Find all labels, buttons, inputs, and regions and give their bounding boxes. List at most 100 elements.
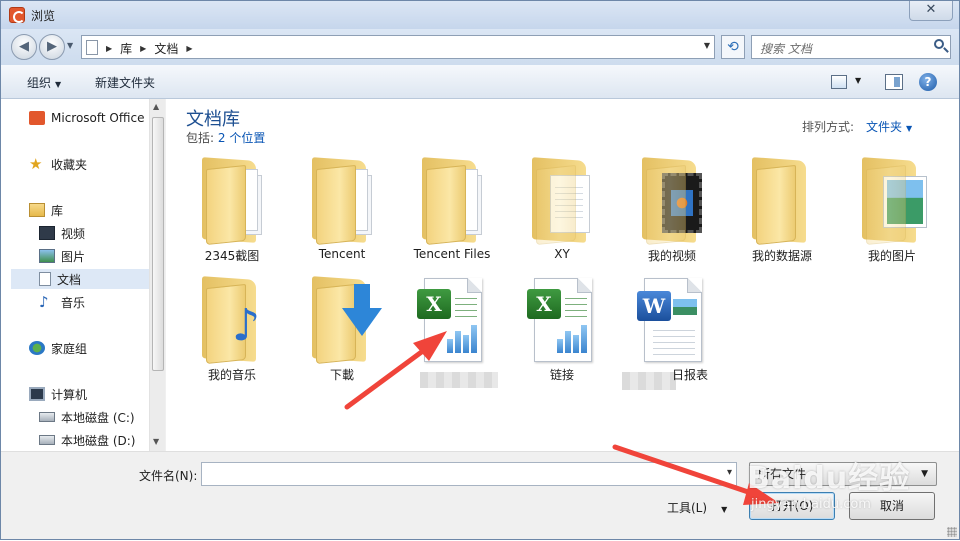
sidebar-item-pictures[interactable]: 图片	[39, 246, 85, 266]
excel-file-icon: X	[527, 278, 592, 362]
item-label: XY	[554, 247, 570, 261]
library-includes: 包括: 2 个位置	[186, 129, 265, 146]
folder-item[interactable]: Tencent Files	[400, 157, 504, 273]
breadcrumb-library[interactable]: 库	[120, 40, 132, 57]
file-open-dialog: 浏览 ✕ ◀ ▶ ▼ ▶ 库 ▶ 文档 ▶ ▼ ⟲ 搜索 文档 组织 ▼ 新建文件	[0, 0, 960, 540]
view-options-icon[interactable]	[831, 75, 847, 89]
locations-link[interactable]: 2 个位置	[218, 131, 265, 145]
sidebar-item-label: 库	[51, 203, 64, 218]
breadcrumb: ▶ 库 ▶ 文档 ▶	[106, 40, 193, 57]
sidebar-item-disk-c[interactable]: 本地磁盘 (C:)	[39, 407, 135, 427]
folder-item[interactable]: XY	[510, 157, 614, 273]
item-label: Tencent	[318, 247, 366, 261]
item-label: Tencent Files	[413, 247, 491, 261]
disk-icon	[39, 412, 55, 422]
library-icon	[29, 203, 45, 217]
chevron-right-icon[interactable]: ▶	[186, 44, 192, 53]
organize-label: 组织	[27, 76, 52, 90]
scroll-down-icon[interactable]: ▼	[153, 437, 159, 446]
folder-icon	[202, 157, 264, 246]
sidebar-item-music[interactable]: ♪ 音乐	[39, 292, 85, 312]
star-icon: ★	[29, 155, 43, 173]
chevron-down-icon: ▼	[906, 124, 913, 133]
scrollbar-thumb[interactable]	[152, 117, 164, 371]
breadcrumb-documents[interactable]: 文档	[154, 40, 178, 57]
folder-icon	[312, 157, 374, 246]
picture-folder-icon	[862, 157, 927, 246]
chevron-down-icon[interactable]: ▼	[855, 76, 861, 85]
app-icon	[9, 7, 25, 23]
sidebar-item-libraries[interactable]: 库	[29, 200, 63, 220]
folder-item[interactable]: 2345截图	[180, 157, 284, 273]
sidebar-item-label: 计算机	[51, 387, 88, 402]
sidebar-item-microsoft-office[interactable]: Microsoft Office	[29, 108, 144, 128]
arrange-by-dropdown[interactable]: 文件夹 ▼	[866, 118, 912, 135]
navigation-bar: ◀ ▶ ▼ ▶ 库 ▶ 文档 ▶ ▼ ⟲ 搜索 文档	[1, 29, 959, 65]
disk-icon	[39, 435, 55, 445]
excel-file-icon: X	[417, 278, 482, 362]
sidebar-item-label: 收藏夹	[51, 157, 88, 172]
tools-label: 工具(L)	[667, 501, 708, 515]
folder-item[interactable]: 我的数据源	[730, 157, 834, 273]
address-bar[interactable]: ▶ 库 ▶ 文档 ▶ ▼	[81, 35, 715, 59]
arrange-by-value: 文件夹	[866, 120, 903, 134]
file-item[interactable]: X 链接	[510, 276, 614, 392]
computer-icon	[29, 387, 45, 401]
organize-menu[interactable]: 组织 ▼	[27, 74, 61, 91]
refresh-button[interactable]: ⟲	[721, 35, 745, 59]
sidebar-item-favorites[interactable]: ★ 收藏夹	[29, 154, 87, 174]
library-title: 文档库	[186, 109, 240, 130]
folder-icon	[422, 157, 484, 246]
folder-item[interactable]: 我的图片	[840, 157, 944, 273]
baidu-watermark: Baidu经验 jingyan.baidu.com	[747, 445, 957, 535]
back-button[interactable]: ◀	[11, 34, 37, 60]
chevron-right-icon[interactable]: ▶	[140, 44, 146, 53]
document-icon	[86, 40, 98, 55]
chevron-down-icon[interactable]: ▼	[704, 41, 710, 50]
watermark-url: jingyan.baidu.com	[751, 497, 871, 512]
sidebar-item-label: 家庭组	[51, 341, 88, 356]
search-input[interactable]: 搜索 文档	[751, 35, 951, 59]
item-label: 日报表	[671, 368, 708, 382]
pictures-icon	[39, 249, 55, 263]
sidebar-item-videos[interactable]: 视频	[39, 223, 85, 243]
file-item[interactable]: W 日报表	[620, 276, 724, 392]
close-button[interactable]: ✕	[909, 1, 953, 21]
redacted-filename	[420, 372, 498, 388]
sidebar-item-homegroup[interactable]: 家庭组	[29, 338, 87, 358]
chevron-right-icon[interactable]: ▶	[106, 44, 112, 53]
folder-item[interactable]: 下載	[290, 276, 394, 392]
documents-icon	[39, 272, 51, 286]
help-icon[interactable]: ?	[919, 73, 937, 91]
sidebar-item-documents[interactable]: 文档	[11, 269, 149, 289]
sidebar-item-disk-d[interactable]: 本地磁盘 (D:)	[39, 430, 135, 450]
new-folder-button[interactable]: 新建文件夹	[95, 74, 155, 91]
filename-input[interactable]	[201, 462, 737, 486]
sidebar-item-computer[interactable]: 计算机	[29, 384, 87, 404]
folder-item[interactable]: ♪ 我的音乐	[180, 276, 284, 392]
item-label: 2345截图	[204, 249, 260, 263]
sidebar-item-label: 视频	[61, 226, 86, 241]
sidebar-scrollbar[interactable]: ▲ ▼	[149, 99, 165, 451]
scroll-up-icon[interactable]: ▲	[153, 102, 159, 111]
folder-icon	[752, 157, 814, 246]
tools-menu[interactable]: 工具(L) ▼	[667, 499, 727, 516]
video-icon	[39, 226, 55, 240]
folder-item[interactable]: 我的视频	[620, 157, 724, 273]
office-icon	[29, 111, 45, 125]
folder-item[interactable]: Tencent	[290, 157, 394, 273]
download-folder-icon	[312, 276, 382, 365]
recent-pages-dropdown-icon[interactable]: ▼	[67, 41, 73, 50]
homegroup-icon	[29, 341, 45, 355]
item-label: 我的图片	[867, 249, 916, 263]
sidebar-item-label: Microsoft Office	[51, 111, 145, 125]
sidebar-item-label: 本地磁盘 (D:)	[61, 433, 136, 448]
file-item[interactable]: X	[400, 276, 504, 392]
search-icon[interactable]	[934, 39, 944, 49]
preview-pane-icon[interactable]	[885, 74, 903, 90]
forward-button[interactable]: ▶	[39, 34, 65, 60]
item-label: 我的音乐	[207, 368, 256, 382]
arrange-by-label: 排列方式:	[802, 120, 855, 134]
item-label: 我的视频	[647, 249, 696, 263]
item-label: 下載	[329, 368, 354, 382]
